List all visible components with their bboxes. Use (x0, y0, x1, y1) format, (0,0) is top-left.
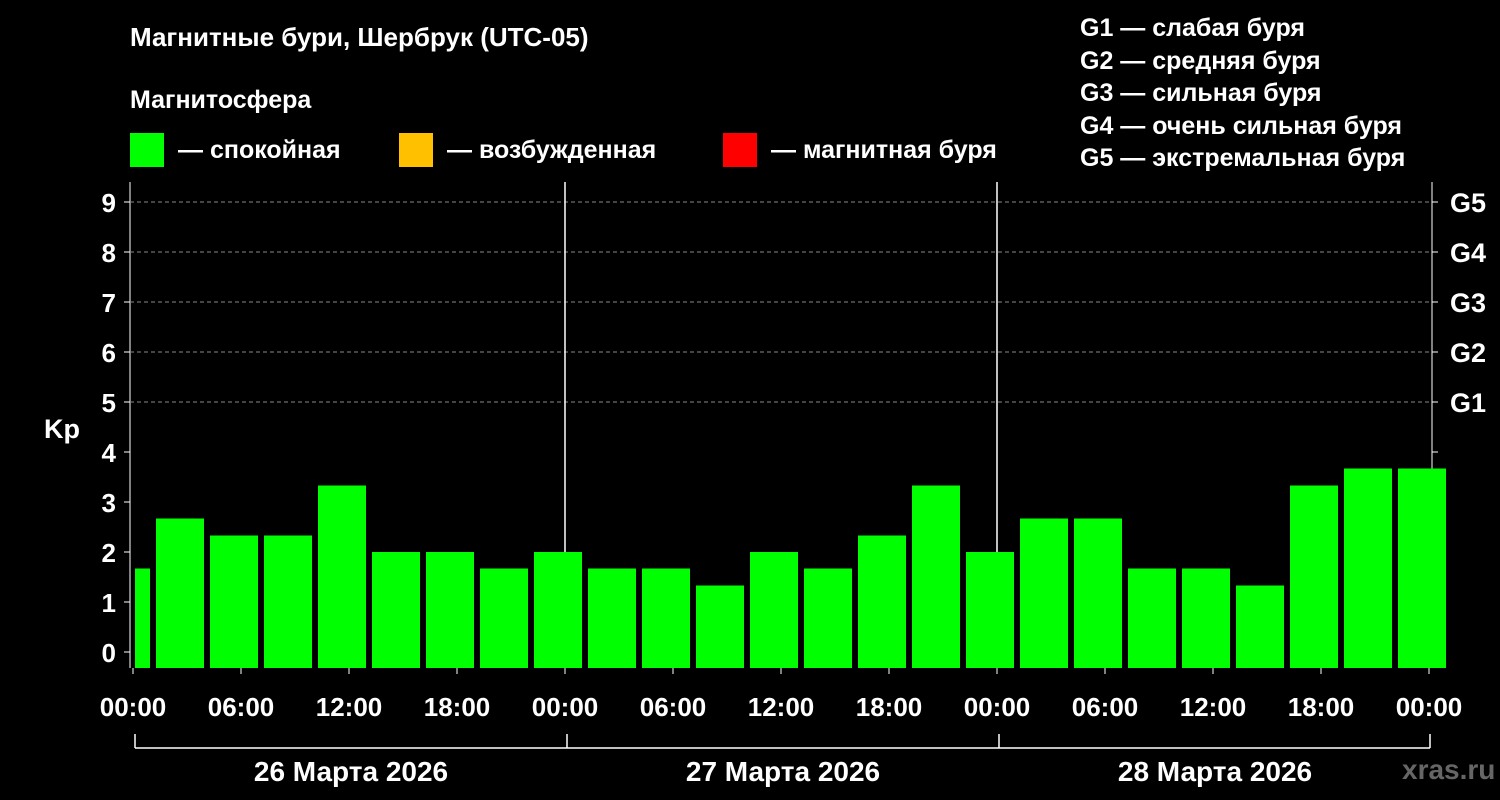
g-tick-label-g1: G1 (1450, 388, 1486, 418)
kp-bar (372, 552, 420, 668)
g-tick-label-g2: G2 (1450, 338, 1486, 368)
kp-bar (1074, 518, 1122, 668)
kp-bar (858, 535, 906, 668)
kp-bar (480, 568, 528, 668)
kp-bar (696, 585, 744, 668)
x-tick-label: 00:00 (532, 692, 599, 722)
kp-bar (1236, 585, 1284, 668)
g-tick-label-g5: G5 (1450, 188, 1486, 218)
kp-bar (210, 535, 258, 668)
day-label: 26 Марта 2026 (254, 756, 448, 787)
kp-bar (318, 485, 366, 668)
y-tick-label: 5 (102, 388, 116, 418)
kp-bar (966, 552, 1014, 668)
kp-bar (1290, 485, 1338, 668)
kp-bar (156, 518, 204, 668)
y-tick-label: 9 (102, 188, 116, 218)
kp-bar (426, 552, 474, 668)
x-tick-label: 12:00 (316, 692, 383, 722)
kp-bar (1182, 568, 1230, 668)
day-label: 27 Марта 2026 (686, 756, 880, 787)
x-tick-label: 18:00 (1288, 692, 1355, 722)
y-tick-label: 7 (102, 288, 116, 318)
g-tick-label-g4: G4 (1450, 238, 1486, 268)
y-tick-label: 6 (102, 338, 116, 368)
kp-bar (912, 485, 960, 668)
kp-bar (642, 568, 690, 668)
x-tick-label: 00:00 (1396, 692, 1463, 722)
y-axis-title: Kp (44, 414, 80, 444)
site-watermark: xras.ru (1402, 754, 1496, 785)
x-tick-label: 12:00 (748, 692, 815, 722)
x-tick-label: 18:00 (856, 692, 923, 722)
kp-bar (1020, 518, 1068, 668)
x-tick-label: 06:00 (640, 692, 707, 722)
kp-bar (1398, 468, 1446, 668)
y-tick-label: 8 (102, 238, 116, 268)
y-tick-label: 0 (102, 638, 116, 668)
y-tick-label: 1 (102, 588, 116, 618)
x-tick-label: 06:00 (1072, 692, 1139, 722)
kp-bar (588, 568, 636, 668)
x-tick-label: 00:00 (964, 692, 1031, 722)
kp-bar (750, 552, 798, 668)
kp-bar (264, 535, 312, 668)
x-tick-label: 00:00 (100, 692, 167, 722)
kp-bar (534, 552, 582, 668)
x-tick-label: 06:00 (208, 692, 275, 722)
y-tick-label: 3 (102, 488, 116, 518)
x-tick-label: 12:00 (1180, 692, 1247, 722)
kp-bar (1128, 568, 1176, 668)
day-label: 28 Марта 2026 (1118, 756, 1312, 787)
kp-bar-chart: G1 G2 G3 G4 G5 0 1 2 3 4 5 6 7 8 9 Kp 00:00 06:00 12:00 18:… (44, 182, 1486, 787)
y-tick-label: 2 (102, 538, 116, 568)
g-tick-label-g3: G3 (1450, 288, 1486, 318)
y-tick-label: 4 (102, 438, 117, 468)
kp-bar (1344, 468, 1392, 668)
kp-bar (804, 568, 852, 668)
kp-bar (135, 568, 150, 668)
x-tick-label: 18:00 (424, 692, 491, 722)
